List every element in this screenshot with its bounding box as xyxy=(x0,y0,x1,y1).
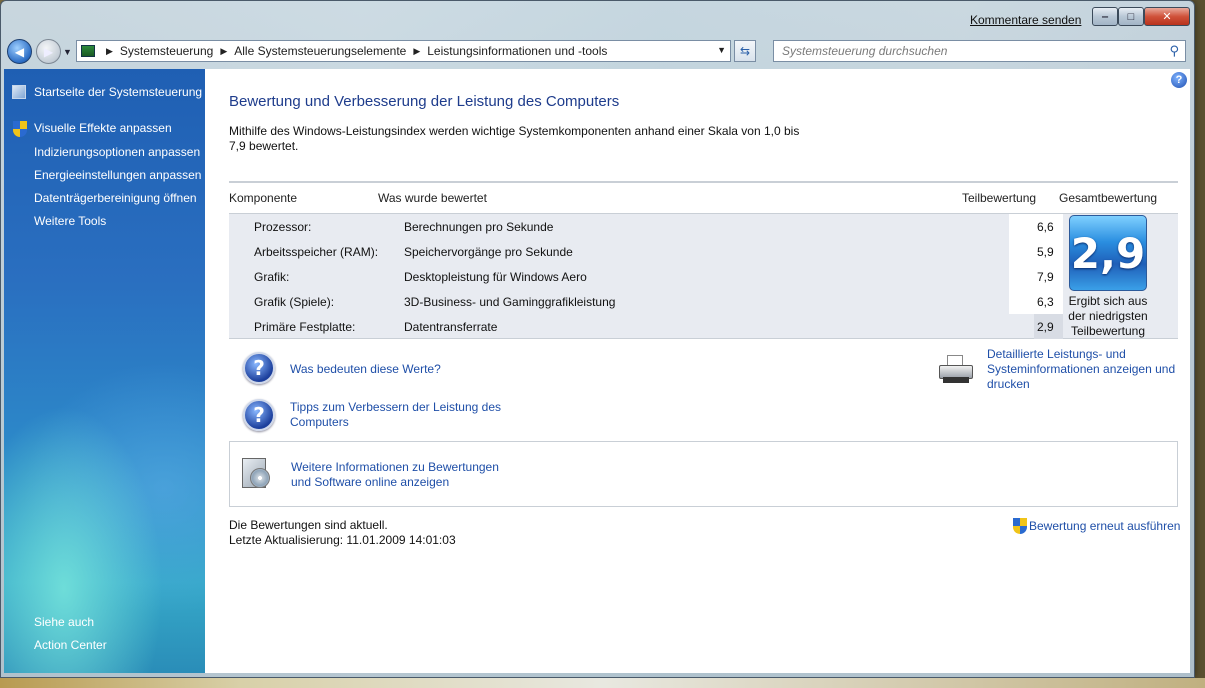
control-panel-icon xyxy=(81,45,95,57)
search-placeholder: Systemsteuerung durchsuchen xyxy=(782,44,948,58)
chevron-right-icon[interactable]: ▶ xyxy=(220,46,227,57)
table-row: Primäre Festplatte: Datentransferrate 2,… xyxy=(229,314,1178,339)
row-rated: Datentransferrate xyxy=(404,320,498,334)
row-rated: Speichervorgänge pro Sekunde xyxy=(404,245,573,259)
link-line[interactable]: Weitere Informationen zu Bewertungen xyxy=(291,460,499,475)
intro-line: 7,9 bewertet. xyxy=(229,139,299,153)
base-score-badge: 2,9 xyxy=(1069,215,1147,291)
row-rated: Berechnungen pro Sekunde xyxy=(404,220,554,234)
task-sidebar: Startseite der Systemsteuerung Visuelle … xyxy=(4,69,205,673)
table-row: Arbeitsspeicher (RAM): Speichervorgänge … xyxy=(229,239,1178,264)
rerun-assessment-button[interactable]: Bewertung erneut ausführen xyxy=(1013,518,1180,534)
forward-button[interactable]: ▶ xyxy=(36,39,61,64)
header-rated: Was wurde bewertet xyxy=(378,191,487,205)
link-line[interactable]: Computers xyxy=(290,415,501,430)
row-score: 5,9 xyxy=(1037,245,1054,259)
control-panel-home-icon xyxy=(12,85,26,99)
rerun-assessment-link[interactable]: Bewertung erneut ausführen xyxy=(1029,519,1180,533)
online-info-box: Weitere Informationen zu Bewertungen und… xyxy=(229,441,1178,507)
table-row: Prozessor: Berechnungen pro Sekunde 6,6 xyxy=(229,214,1178,239)
row-component: Prozessor: xyxy=(254,220,312,234)
link-line[interactable]: drucken xyxy=(987,377,1175,392)
sidebar-item-indexing[interactable]: Indizierungsoptionen anpassen xyxy=(34,145,200,159)
link-line[interactable]: Systeminformationen anzeigen und xyxy=(987,362,1175,377)
sidebar-item-visual-effects[interactable]: Visuelle Effekte anpassen xyxy=(34,121,172,135)
refresh-button[interactable]: ⇆ xyxy=(734,40,756,62)
sidebar-item-disk-cleanup[interactable]: Datenträgerbereinigung öffnen xyxy=(34,191,197,205)
minimize-button[interactable]: ‒ xyxy=(1092,7,1118,26)
row-score: 6,6 xyxy=(1037,220,1054,234)
row-component: Grafik (Spiele): xyxy=(254,295,335,309)
see-also-heading: Siehe auch xyxy=(34,615,95,629)
page-title: Bewertung und Verbesserung der Leistung … xyxy=(229,93,620,110)
recent-pages-dropdown[interactable]: ▼ xyxy=(63,47,72,57)
table-row: Grafik: Desktopleistung für Windows Aero… xyxy=(229,264,1178,289)
back-button[interactable]: ◀ xyxy=(7,39,32,64)
search-input[interactable]: Systemsteuerung durchsuchen ⚲ xyxy=(773,40,1186,62)
detailed-info-link[interactable]: Detaillierte Leistungs- und Systeminform… xyxy=(987,347,1175,392)
sidebar-item-home[interactable]: Startseite der Systemsteuerung xyxy=(34,85,202,99)
table-divider xyxy=(229,181,1178,183)
row-component: Arbeitsspeicher (RAM): xyxy=(254,245,379,259)
sidebar-item-action-center[interactable]: Action Center xyxy=(34,638,107,652)
question-icon: ? xyxy=(243,352,275,384)
row-component: Grafik: xyxy=(254,270,290,284)
caption-line: Teilbewertung xyxy=(1070,324,1146,338)
row-rated: Desktopleistung für Windows Aero xyxy=(404,270,587,284)
row-score: 7,9 xyxy=(1037,270,1054,284)
main-content: ? Bewertung und Verbesserung der Leistun… xyxy=(205,69,1190,673)
sidebar-item-power[interactable]: Energieeinstellungen anpassen xyxy=(34,168,201,182)
intro-line: Mithilfe des Windows-Leistungsindex werd… xyxy=(229,124,800,138)
sidebar-item-more-tools[interactable]: Weitere Tools xyxy=(34,214,106,228)
header-basescore: Gesamtbewertung xyxy=(1059,191,1158,205)
row-rated: 3D-Business- und Gaminggrafikleistung xyxy=(404,295,616,309)
chevron-right-icon[interactable]: ▶ xyxy=(106,46,113,57)
software-box-icon xyxy=(238,454,272,492)
title-bar: Kommentare senden ‒ □ ✕ xyxy=(1,1,1194,35)
breadcrumb-performance[interactable]: Leistungsinformationen und -tools xyxy=(427,44,607,58)
link-line[interactable]: Tipps zum Verbessern der Leistung des xyxy=(290,400,501,415)
row-component: Primäre Festplatte: xyxy=(254,320,356,334)
feedback-link[interactable]: Kommentare senden xyxy=(970,13,1081,27)
header-subscore: Teilbewertung xyxy=(962,191,1037,205)
status-current: Die Bewertungen sind aktuell. xyxy=(229,518,388,532)
improve-performance-tips-link[interactable]: Tipps zum Verbessern der Leistung des Co… xyxy=(290,400,501,430)
arrow-right-icon: ▶ xyxy=(43,44,54,59)
refresh-icon: ⇆ xyxy=(739,44,751,58)
uac-shield-icon xyxy=(1013,518,1027,534)
status-last-update: Letzte Aktualisierung: 11.01.2009 14:01:… xyxy=(229,533,456,547)
link-line[interactable]: und Software online anzeigen xyxy=(291,475,499,490)
assessment-status: Die Bewertungen sind aktuell. Letzte Akt… xyxy=(229,518,456,548)
intro-text: Mithilfe des Windows-Leistungsindex werd… xyxy=(229,124,804,154)
arrow-left-icon: ◀ xyxy=(14,44,25,59)
question-icon: ? xyxy=(243,399,275,431)
link-line[interactable]: Detaillierte Leistungs- und xyxy=(987,347,1175,362)
base-score-caption: Ergibt sich aus der niedrigsten Teilbewe… xyxy=(1048,294,1168,339)
table-row: Grafik (Spiele): 3D-Business- und Gaming… xyxy=(229,289,1178,314)
what-scores-mean-link[interactable]: Was bedeuten diese Werte? xyxy=(290,362,441,376)
navigation-bar: ◀ ▶ ▼ ▶ Systemsteuerung ▶ Alle Systemste… xyxy=(1,35,1194,67)
close-button[interactable]: ✕ xyxy=(1144,7,1190,26)
header-component: Komponente xyxy=(229,191,298,205)
address-dropdown-icon[interactable]: ▼ xyxy=(717,45,726,55)
desktop-background xyxy=(0,678,1205,688)
uac-shield-icon xyxy=(13,121,27,137)
caption-line: Ergibt sich aus xyxy=(1068,294,1148,308)
breadcrumb-control-panel[interactable]: Systemsteuerung xyxy=(120,44,213,58)
control-panel-window: Kommentare senden ‒ □ ✕ ◀ ▶ ▼ ▶ Systemst… xyxy=(0,0,1195,678)
address-bar[interactable]: ▶ Systemsteuerung ▶ Alle Systemsteuerung… xyxy=(76,40,731,62)
maximize-button[interactable]: □ xyxy=(1118,7,1144,26)
score-table: Prozessor: Berechnungen pro Sekunde 6,6 … xyxy=(229,213,1178,339)
printer-icon xyxy=(939,355,973,385)
caption-line: der niedrigsten xyxy=(1068,309,1148,323)
online-info-link[interactable]: Weitere Informationen zu Bewertungen und… xyxy=(291,460,499,490)
help-icon[interactable]: ? xyxy=(1171,72,1187,88)
chevron-right-icon[interactable]: ▶ xyxy=(413,46,420,57)
breadcrumb-all-items[interactable]: Alle Systemsteuerungselemente xyxy=(234,44,406,58)
search-icon[interactable]: ⚲ xyxy=(1169,43,1179,59)
